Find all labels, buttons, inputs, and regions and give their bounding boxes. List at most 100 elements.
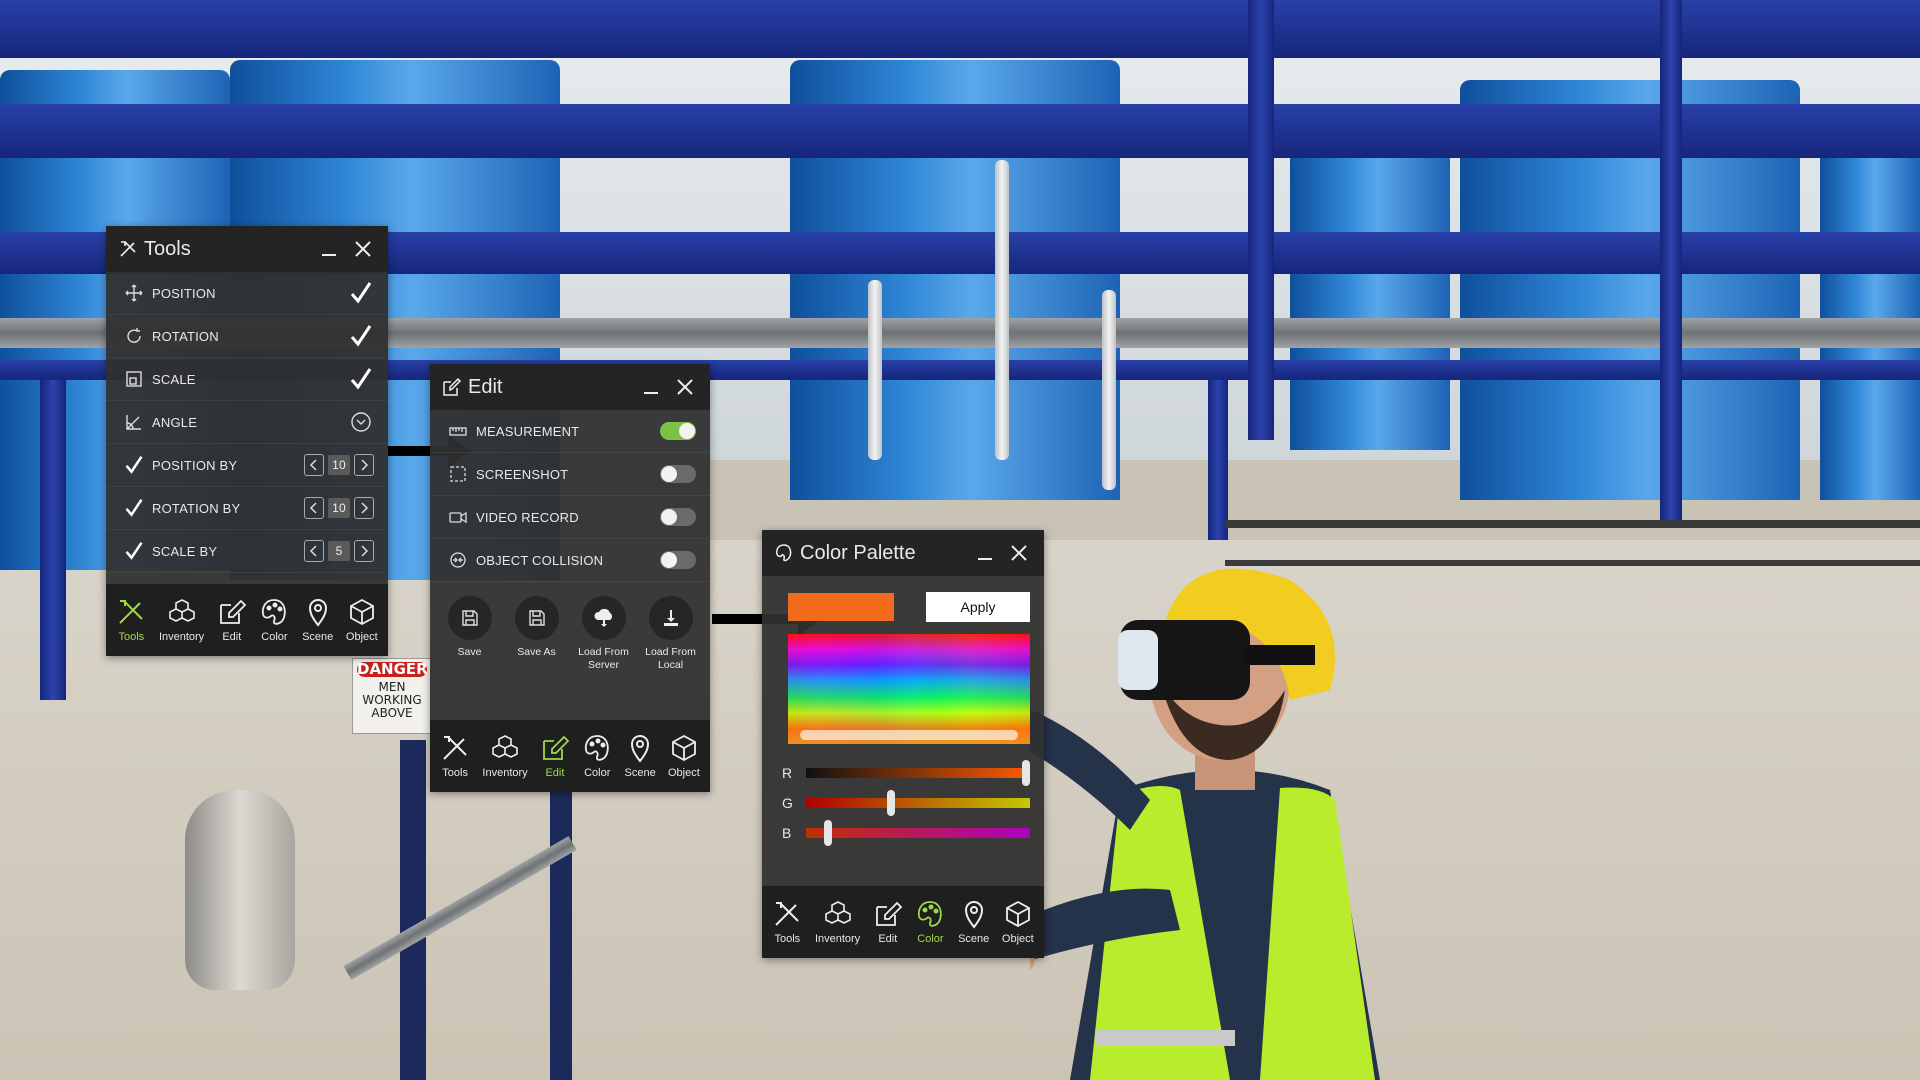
- nav-color[interactable]: Color: [259, 597, 289, 643]
- save-as-button[interactable]: Save As: [506, 596, 568, 672]
- load-from-local-button[interactable]: Load From Local: [640, 596, 702, 672]
- minimize-button[interactable]: [972, 540, 998, 566]
- nav-tools[interactable]: Tools: [772, 899, 802, 945]
- nav-object[interactable]: Object: [1002, 899, 1034, 945]
- steel-beam: [0, 104, 1920, 158]
- position-by-stepper: 10: [304, 454, 374, 476]
- color-spectrum-picker[interactable]: [788, 634, 1030, 744]
- measurement-label: MEASUREMENT: [476, 423, 580, 439]
- decrement-button[interactable]: [304, 497, 324, 519]
- screenshot-toggle[interactable]: [660, 465, 696, 483]
- position-by-checkbox[interactable]: [124, 455, 144, 475]
- nav-edit[interactable]: Edit: [540, 733, 570, 779]
- increment-button[interactable]: [354, 454, 374, 476]
- decrement-button[interactable]: [304, 540, 324, 562]
- video-record-row[interactable]: VIDEO RECORD: [430, 496, 710, 539]
- video-camera-icon: [448, 507, 468, 527]
- nav-object-label: Object: [668, 767, 700, 779]
- save-button[interactable]: Save: [439, 596, 501, 672]
- white-pipe: [868, 280, 882, 460]
- nav-edit[interactable]: Edit: [217, 597, 247, 643]
- red-channel-slider[interactable]: [806, 760, 1030, 786]
- scale-by-checkbox[interactable]: [124, 541, 144, 561]
- position-checkbox[interactable]: [348, 280, 374, 306]
- tools-panel: Tools POSITION ROTATION SCALE ANGLE POSI…: [106, 226, 388, 656]
- rotation-checkbox[interactable]: [348, 323, 374, 349]
- nav-edit-label: Edit: [545, 767, 565, 779]
- nav-tools-label: Tools: [118, 631, 145, 643]
- selected-color-swatch: [788, 593, 894, 621]
- rotation-row[interactable]: ROTATION: [106, 315, 388, 358]
- close-button[interactable]: [350, 236, 376, 262]
- apply-button[interactable]: Apply: [926, 592, 1030, 622]
- minimize-button[interactable]: [638, 374, 664, 400]
- scale-row[interactable]: SCALE: [106, 358, 388, 401]
- video-record-toggle[interactable]: [660, 508, 696, 526]
- position-by-value[interactable]: 10: [328, 455, 350, 475]
- blue-channel-slider[interactable]: [806, 820, 1030, 846]
- minimize-button[interactable]: [316, 236, 342, 262]
- nav-scene-label: Scene: [302, 631, 334, 643]
- rotation-by-checkbox[interactable]: [124, 498, 144, 518]
- nav-edit-label: Edit: [222, 631, 242, 643]
- nav-inventory[interactable]: Inventory: [815, 899, 860, 945]
- position-row[interactable]: POSITION: [106, 272, 388, 315]
- cube-icon: [671, 734, 696, 762]
- measurement-toggle[interactable]: [660, 422, 696, 440]
- save-as-label: Save As: [517, 646, 556, 658]
- edit-panel-title: Edit: [468, 375, 503, 398]
- position-by-row: POSITION BY 10: [106, 444, 388, 487]
- close-button[interactable]: [1006, 540, 1032, 566]
- angle-row[interactable]: ANGLE: [106, 401, 388, 444]
- screenshot-label: SCREENSHOT: [476, 466, 569, 482]
- red-channel-handle[interactable]: [1021, 760, 1030, 786]
- increment-button[interactable]: [354, 497, 374, 519]
- color-panel-title: Color Palette: [800, 541, 916, 564]
- nav-color[interactable]: Color: [915, 899, 945, 945]
- measurement-row[interactable]: MEASUREMENT: [430, 410, 710, 453]
- load-from-server-button[interactable]: Load From Server: [573, 596, 635, 672]
- danger-sign-title: DANGER: [357, 660, 428, 678]
- blue-channel-row: B: [782, 818, 1030, 848]
- nav-inventory[interactable]: Inventory: [159, 597, 204, 643]
- spectrum-slider[interactable]: [800, 730, 1018, 740]
- position-by-label: POSITION BY: [152, 457, 238, 473]
- object-collision-row[interactable]: OBJECT COLLISION: [430, 539, 710, 582]
- green-channel-handle[interactable]: [887, 790, 896, 816]
- nav-color[interactable]: Color: [582, 733, 612, 779]
- blue-channel-handle[interactable]: [824, 820, 833, 846]
- white-pipe: [995, 160, 1009, 460]
- nav-object[interactable]: Object: [668, 733, 700, 779]
- green-channel-slider[interactable]: [806, 790, 1030, 816]
- nav-tools[interactable]: Tools: [116, 597, 146, 643]
- nav-inventory[interactable]: Inventory: [482, 733, 528, 779]
- screenshot-row[interactable]: SCREENSHOT: [430, 453, 710, 496]
- ruler-icon: [448, 421, 468, 441]
- scale-by-value[interactable]: 5: [328, 541, 350, 561]
- rotation-by-row: ROTATION BY 10: [106, 487, 388, 530]
- cube-icon: [349, 598, 374, 626]
- nav-object[interactable]: Object: [346, 597, 378, 643]
- rotation-by-value[interactable]: 10: [328, 498, 350, 518]
- nav-scene[interactable]: Scene: [302, 597, 333, 643]
- scale-by-row: SCALE BY 5: [106, 530, 388, 573]
- nav-scene[interactable]: Scene: [625, 733, 656, 779]
- scale-label: SCALE: [152, 371, 196, 387]
- inventory-icon: [168, 599, 195, 622]
- palette-icon: [262, 599, 287, 625]
- decrement-button[interactable]: [304, 454, 324, 476]
- collision-icon: [448, 550, 468, 570]
- chevron-down-icon[interactable]: [348, 409, 374, 435]
- save-icon: [447, 596, 492, 640]
- increment-button[interactable]: [354, 540, 374, 562]
- scale-by-stepper: 5: [304, 540, 374, 562]
- green-channel-row: G: [782, 788, 1030, 818]
- nav-edit[interactable]: Edit: [873, 899, 903, 945]
- angle-icon: [124, 412, 144, 432]
- nav-scene[interactable]: Scene: [958, 899, 989, 945]
- nav-tools[interactable]: Tools: [440, 733, 470, 779]
- vr-worker: [1030, 568, 1380, 1080]
- object-collision-toggle[interactable]: [660, 551, 696, 569]
- scale-checkbox[interactable]: [348, 366, 374, 392]
- close-button[interactable]: [672, 374, 698, 400]
